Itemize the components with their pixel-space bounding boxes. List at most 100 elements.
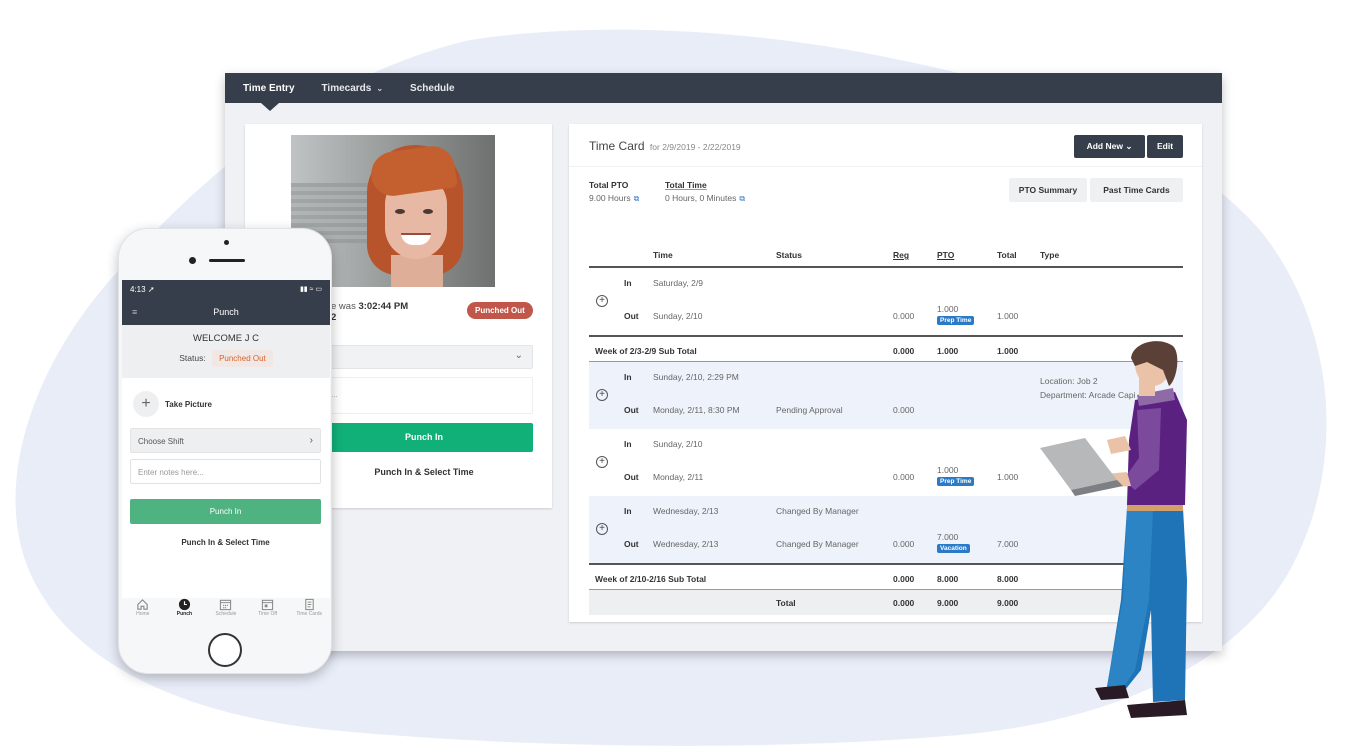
divider (569, 166, 1202, 167)
mobile-punch-in-select-time-link[interactable]: Punch In & Select Time (130, 538, 321, 547)
subtotal-total: 8.000 (997, 574, 1019, 584)
in-time: Sunday, 2/10 (653, 439, 703, 449)
last-punch-text: e was 3:02:44 PM 2 (331, 301, 408, 323)
expand-plus-icon[interactable]: + (596, 389, 608, 401)
external-link-icon[interactable]: ⧉ (634, 194, 640, 203)
last-punch-time: 3:02:44 PM (358, 301, 409, 312)
out-label: Out (624, 311, 639, 321)
add-new-button[interactable]: Add New ⌄ (1074, 135, 1145, 158)
grand-total-pto: 9.000 (937, 598, 959, 608)
punch-in-select-time-link[interactable]: Punch In & Select Time (315, 467, 533, 477)
choose-shift-select[interactable]: Choose Shift › (130, 428, 321, 453)
external-link-icon[interactable]: ⧉ (739, 194, 745, 203)
total-value: 7.000 (997, 539, 1019, 549)
notes-input[interactable]: re... (315, 377, 533, 414)
pto-type-tag: Prep Time (937, 316, 975, 325)
subtotal-total: 1.000 (997, 346, 1019, 356)
subtotal-label: Week of 2/3-2/9 Sub Total (595, 346, 697, 356)
expand-plus-icon[interactable]: + (596, 295, 608, 307)
pto-summary-button[interactable]: PTO Summary (1009, 178, 1087, 202)
grand-total-total: 9.000 (997, 598, 1019, 608)
pto-value: 1.000 (937, 304, 959, 314)
pto-type-tag: Vacation (937, 544, 970, 553)
home-icon (137, 599, 148, 610)
nav-tab-label: Schedule (410, 82, 455, 94)
choose-shift-label: Choose Shift (138, 437, 184, 446)
mobile-phone: 4:13 ➚ ▮▮ ≈ ▭ ≡ Punch WELCOME J C Status… (118, 228, 332, 674)
total-time-label: Total Time (665, 180, 707, 190)
status-row: Status: Punched Out (122, 350, 330, 367)
mobile-punch-in-button[interactable]: Punch In (130, 499, 321, 524)
man-with-tablet-illustration (1040, 341, 1187, 718)
pto-value: 7.000 (937, 532, 959, 542)
total-time-stat: Total Time 0 Hours, 0 Minutes ⧉ (665, 180, 745, 204)
tab-home[interactable]: Home (123, 598, 163, 625)
mobile-screen-title: Punch (213, 307, 239, 317)
tab-time-off[interactable]: Time Off (248, 598, 288, 625)
take-picture-button[interactable]: + Take Picture (133, 391, 212, 417)
edit-button[interactable]: Edit (1147, 135, 1183, 158)
calendar-grid-icon (220, 599, 232, 611)
tab-label: Punch (176, 611, 193, 617)
tab-label: Time Cards (296, 611, 322, 617)
mobile-notes-input[interactable]: Enter notes here... (130, 459, 321, 484)
column-header-pto[interactable]: PTO (937, 250, 954, 260)
tab-time-cards[interactable]: Time Cards (289, 598, 329, 625)
active-tab-pointer (261, 103, 279, 111)
tab-label: Time Off (258, 611, 278, 617)
column-header-total: Total (997, 250, 1017, 260)
nav-tab-schedule[interactable]: Schedule (410, 83, 454, 94)
total-pto-value: 9.00 Hours (589, 193, 631, 203)
tab-label: Home (136, 611, 150, 617)
tab-schedule[interactable]: Schedule (206, 598, 246, 625)
subtotal-pto: 1.000 (937, 346, 959, 356)
grand-total-reg: 0.000 (893, 598, 915, 608)
mobile-app-title-bar: ≡ Punch (122, 300, 330, 325)
expand-plus-icon[interactable]: + (596, 456, 608, 468)
nav-tab-time-entry[interactable]: Time Entry (243, 83, 295, 94)
take-picture-label: Take Picture (165, 399, 212, 409)
pto-cell: 1.000 Prep Time (937, 304, 975, 325)
total-pto-stat: Total PTO 9.00 Hours ⧉ (589, 180, 639, 204)
hamburger-menu-icon[interactable]: ≡ (132, 300, 137, 324)
total-value: 1.000 (997, 311, 1019, 321)
status-label: Status: (179, 353, 206, 363)
chevron-right-icon: › (309, 435, 313, 446)
tab-label: Schedule (215, 611, 237, 617)
welcome-area: WELCOME J C Status: Punched Out (122, 325, 330, 378)
out-label: Out (624, 472, 639, 482)
calendar-icon (261, 599, 274, 611)
pto-cell: 7.000 Vacation (937, 532, 970, 553)
tab-punch[interactable]: Punch (164, 598, 204, 625)
past-time-cards-button[interactable]: Past Time Cards (1090, 178, 1183, 202)
clock-icon (178, 598, 190, 611)
total-pto-label: Total PTO (589, 180, 629, 190)
signal-wifi-battery-icons: ▮▮ ≈ ▭ (299, 286, 322, 293)
punch-in-button[interactable]: Punch In (315, 423, 533, 452)
welcome-text: WELCOME J C (193, 333, 259, 344)
reg-value: 0.000 (893, 311, 915, 321)
subtotal-reg: 0.000 (893, 346, 915, 356)
total-value: 1.000 (997, 472, 1019, 482)
in-status: Changed By Manager (776, 506, 859, 516)
column-header-reg[interactable]: Reg (893, 250, 909, 260)
phone-home-button[interactable] (208, 633, 242, 667)
mobile-clock: 4:13 (130, 285, 146, 294)
time-card-title: Time Card for 2/9/2019 - 2/22/2019 (589, 139, 741, 153)
status-badge: Punched Out (212, 350, 273, 367)
in-label: In (624, 372, 632, 382)
location-arrow-icon: ➚ (147, 285, 155, 294)
add-new-label: Add New (1086, 141, 1123, 151)
expand-plus-icon[interactable]: + (596, 523, 608, 535)
reg-value: 0.000 (893, 539, 915, 549)
out-status: Pending Approval (776, 405, 843, 415)
nav-tab-timecards[interactable]: Timecards ⌄ (322, 83, 384, 94)
in-time: Wednesday, 2/13 (653, 506, 719, 516)
total-time-value: 0 Hours, 0 Minutes (665, 193, 737, 203)
phone-speaker (209, 259, 245, 262)
column-header-type: Type (1040, 250, 1060, 260)
chevron-down-icon: ⌄ (376, 83, 384, 93)
subtotal-pto: 8.000 (937, 574, 959, 584)
shift-select[interactable]: ⌄ (315, 345, 533, 369)
phone-camera (224, 240, 229, 245)
